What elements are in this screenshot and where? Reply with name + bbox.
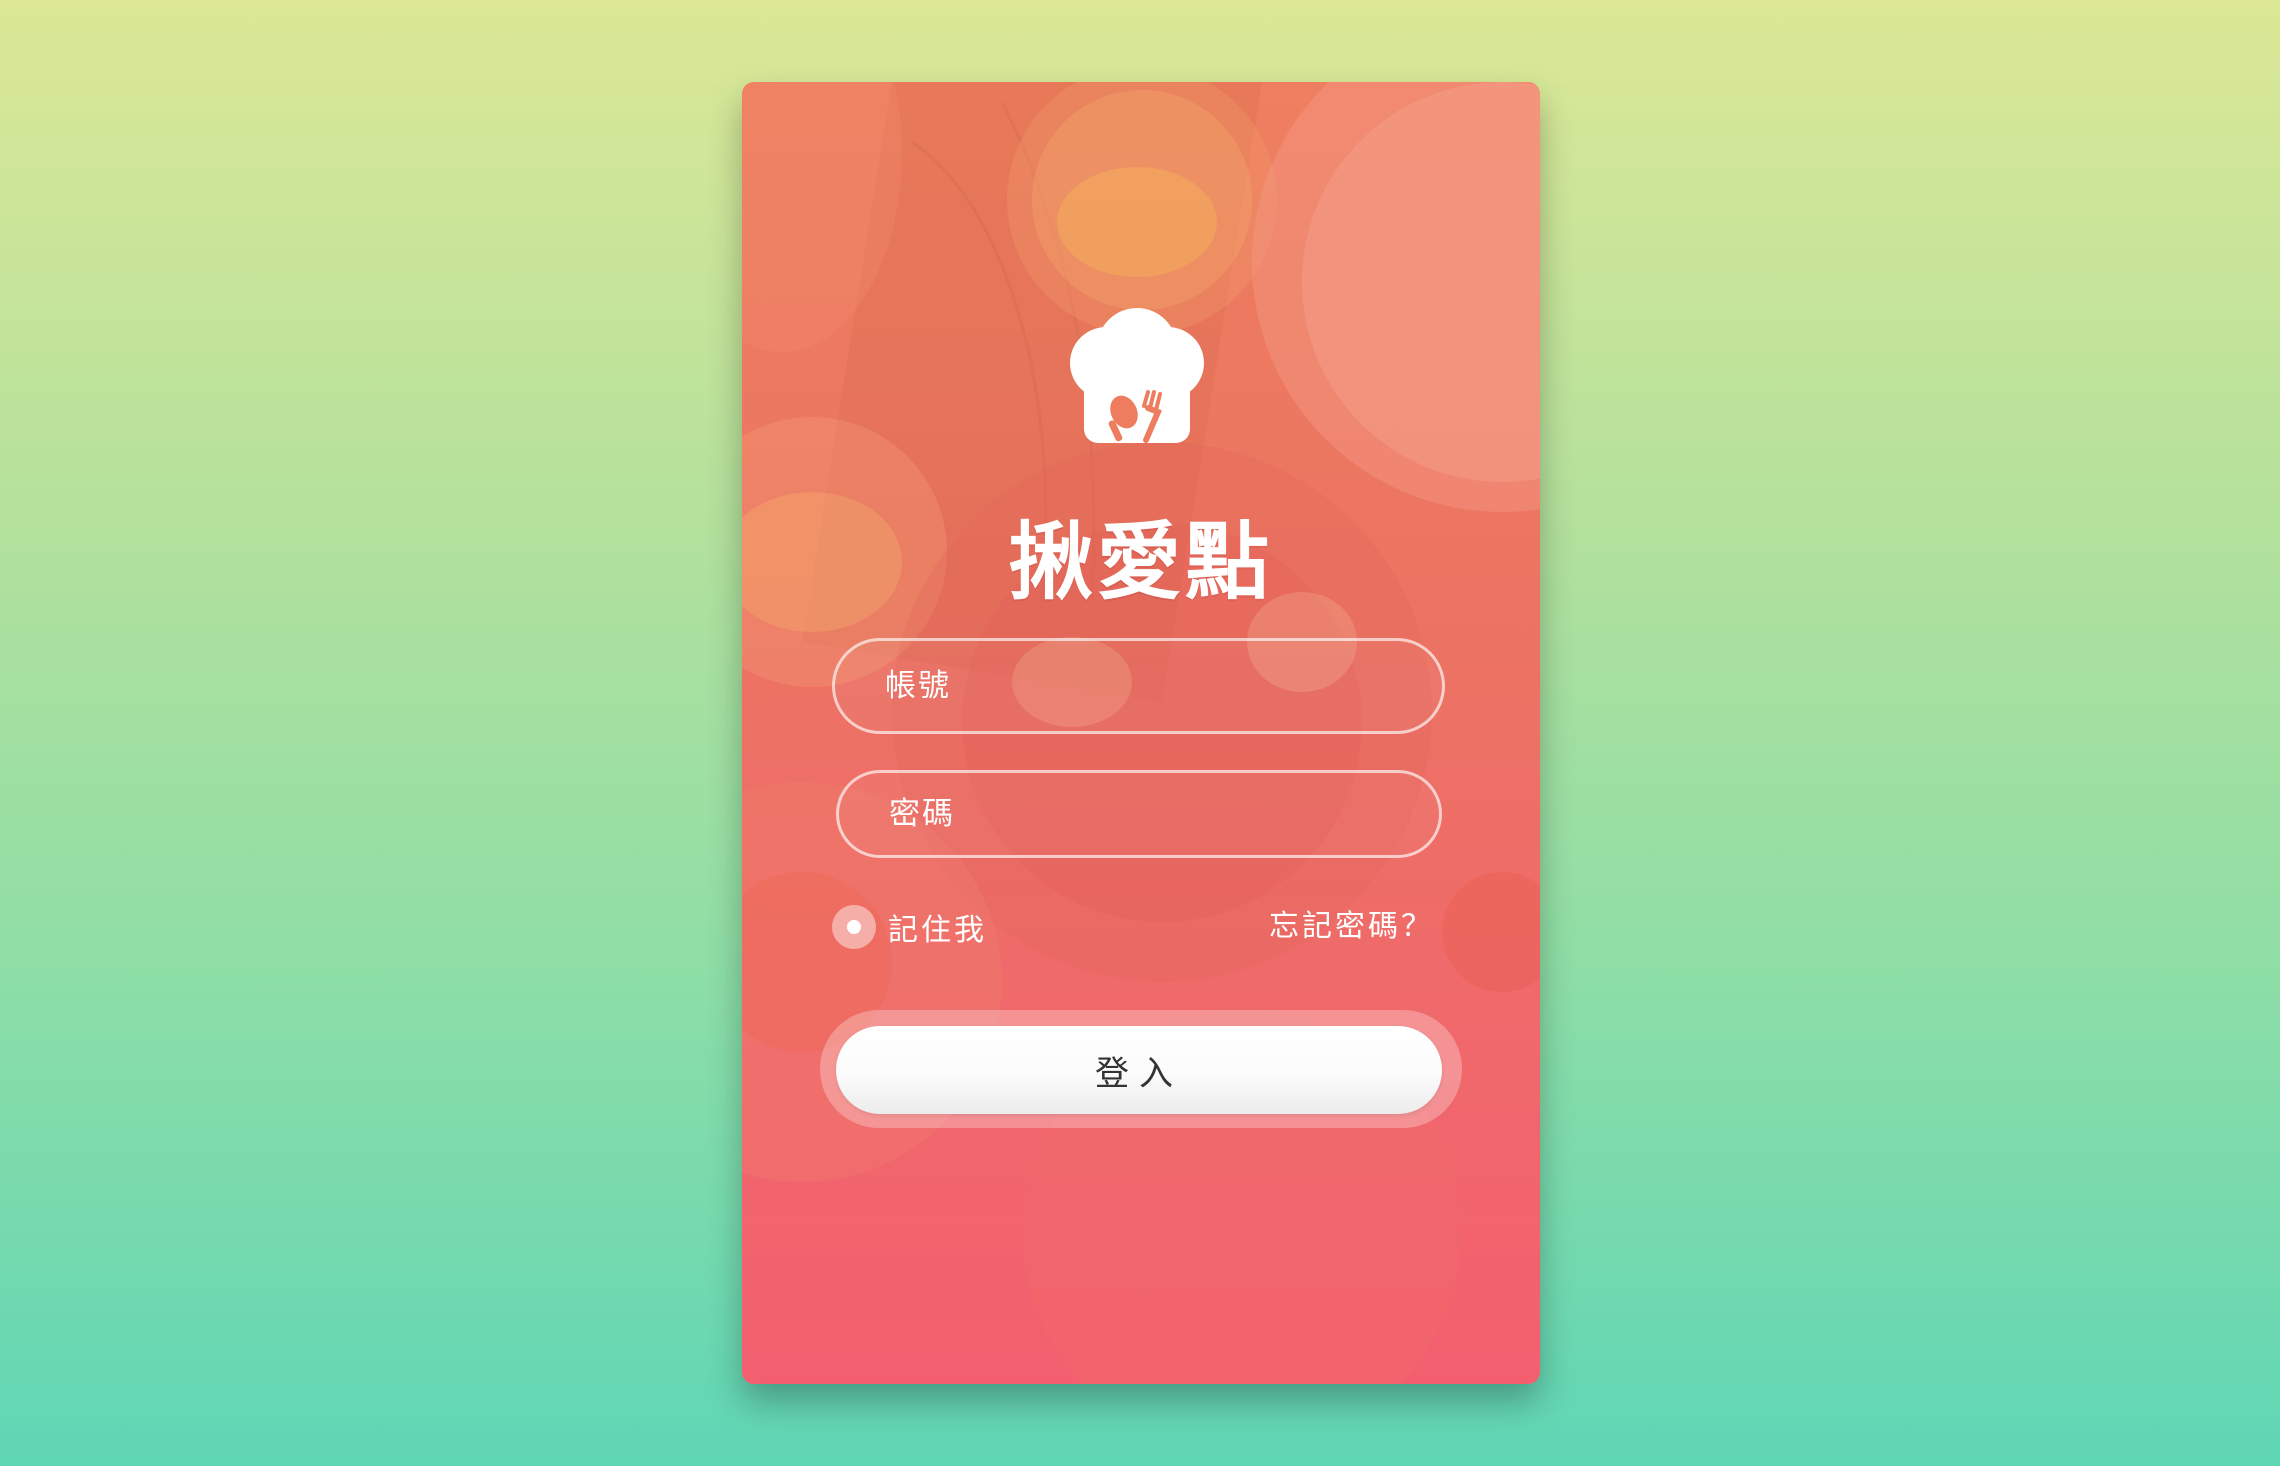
account-input[interactable]	[835, 641, 1442, 731]
password-input[interactable]	[839, 773, 1439, 855]
login-card: 揪愛點 記住我 忘記密碼？ 登入	[742, 82, 1540, 1384]
account-field[interactable]	[832, 638, 1445, 734]
chef-hat-logo-icon	[1070, 308, 1204, 443]
password-field[interactable]	[836, 770, 1442, 858]
forgot-password-link[interactable]: 忘記密碼？	[1269, 902, 1434, 952]
remember-me-option[interactable]: 記住我	[832, 902, 987, 952]
radio-selected-dot	[847, 920, 861, 934]
brand-name: 揪愛點	[1008, 512, 1273, 611]
login-button[interactable]: 登入	[836, 1026, 1442, 1114]
remember-me-label: 記住我	[888, 913, 987, 948]
remember-me-radio[interactable]	[832, 905, 876, 949]
